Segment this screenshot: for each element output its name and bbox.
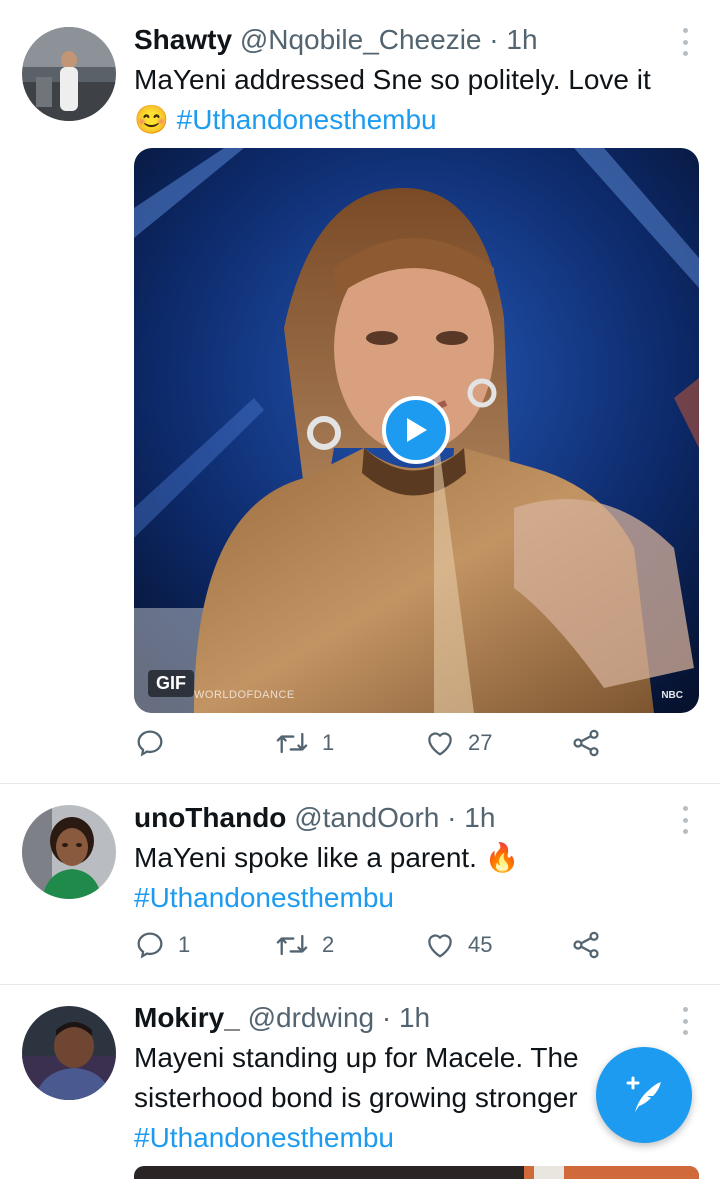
avatar[interactable]	[22, 1006, 116, 1100]
display-name[interactable]: Mokiry_	[134, 1002, 240, 1033]
tweet-text-line: MaYeni spoke like a parent.	[134, 842, 477, 873]
reply-count: 1	[178, 932, 191, 957]
tweet-header: Mokiry_ @drdwing · 1h	[134, 1000, 430, 1036]
timestamp[interactable]: 1h	[506, 24, 537, 55]
tweet-header: unoThando @tandOorh · 1h	[134, 800, 495, 836]
separator: ·	[447, 802, 457, 833]
tweet-header: Shawty @Nqobile_Cheezie · 1h	[134, 22, 538, 58]
reply-icon	[137, 730, 163, 757]
retweet-icon	[276, 934, 308, 956]
display-name[interactable]: unoThando	[134, 802, 286, 833]
hashtag-link[interactable]: #Uthandonesthembu	[134, 882, 394, 913]
separator: ·	[489, 24, 499, 55]
hashtag-link[interactable]: #Uthandonesthembu	[134, 1122, 394, 1153]
tweet-text: MaYeni addressed Sne so politely. Love i…	[134, 60, 694, 140]
retweet-count: 2	[322, 932, 335, 957]
gif-media[interactable]: GIF WORLDOFDANCE NBC	[134, 148, 699, 713]
share-icon	[573, 729, 599, 757]
reply-button[interactable]: 1	[134, 929, 190, 961]
more-icon[interactable]	[676, 28, 694, 56]
fire-emoji: 🔥	[484, 842, 520, 873]
smile-emoji: 😊	[134, 104, 169, 135]
retweet-count: 1	[322, 730, 335, 755]
tweet-text-line: MaYeni addressed Sne so politely. Love i…	[134, 64, 651, 95]
separator: ·	[381, 1002, 392, 1033]
retweet-icon	[276, 732, 308, 754]
like-button[interactable]: 45	[424, 929, 492, 961]
video-watermark: WORLDOFDANCE	[194, 689, 295, 701]
compose-tweet-button[interactable]	[596, 1047, 692, 1143]
compose-tweet-icon	[626, 1076, 661, 1112]
reply-button[interactable]	[134, 727, 178, 759]
share-button[interactable]	[570, 727, 602, 759]
hashtag-link[interactable]: #Uthandonesthembu	[177, 104, 437, 135]
username[interactable]: @tandOorh	[294, 802, 439, 833]
display-name[interactable]: Shawty	[134, 24, 232, 55]
avatar[interactable]	[22, 27, 116, 121]
media-preview-peek[interactable]	[134, 1166, 699, 1179]
avatar[interactable]	[22, 805, 116, 899]
tweet-text: MaYeni spoke like a parent. 🔥 #Uthandone…	[134, 838, 694, 918]
like-count: 45	[468, 932, 493, 957]
retweet-button[interactable]: 1	[274, 727, 334, 759]
more-icon[interactable]	[676, 1007, 694, 1035]
tweet-2[interactable]: unoThando @tandOorh · 1h MaYeni spoke li…	[0, 784, 720, 984]
gif-badge: GIF	[148, 670, 194, 697]
tweet-1[interactable]: Shawty @Nqobile_Cheezie · 1h MaYeni addr…	[0, 0, 720, 783]
like-button[interactable]: 27	[424, 727, 492, 759]
retweet-button[interactable]: 2	[274, 929, 334, 961]
timestamp[interactable]: 1h	[464, 802, 495, 833]
play-icon[interactable]	[382, 396, 450, 464]
reply-icon	[137, 932, 163, 959]
tweet-actions: 1 27	[134, 727, 614, 767]
like-icon	[428, 934, 452, 958]
username[interactable]: @drdwing	[248, 1002, 374, 1033]
network-logo: NBC	[661, 690, 683, 701]
timestamp[interactable]: 1h	[399, 1002, 430, 1033]
username[interactable]: @Nqobile_Cheezie	[240, 24, 482, 55]
more-icon[interactable]	[676, 806, 694, 834]
share-icon	[573, 931, 599, 959]
like-icon	[428, 732, 452, 756]
like-count: 27	[468, 730, 493, 755]
share-button[interactable]	[570, 929, 602, 961]
tweet-actions: 1 2 45	[134, 929, 614, 969]
